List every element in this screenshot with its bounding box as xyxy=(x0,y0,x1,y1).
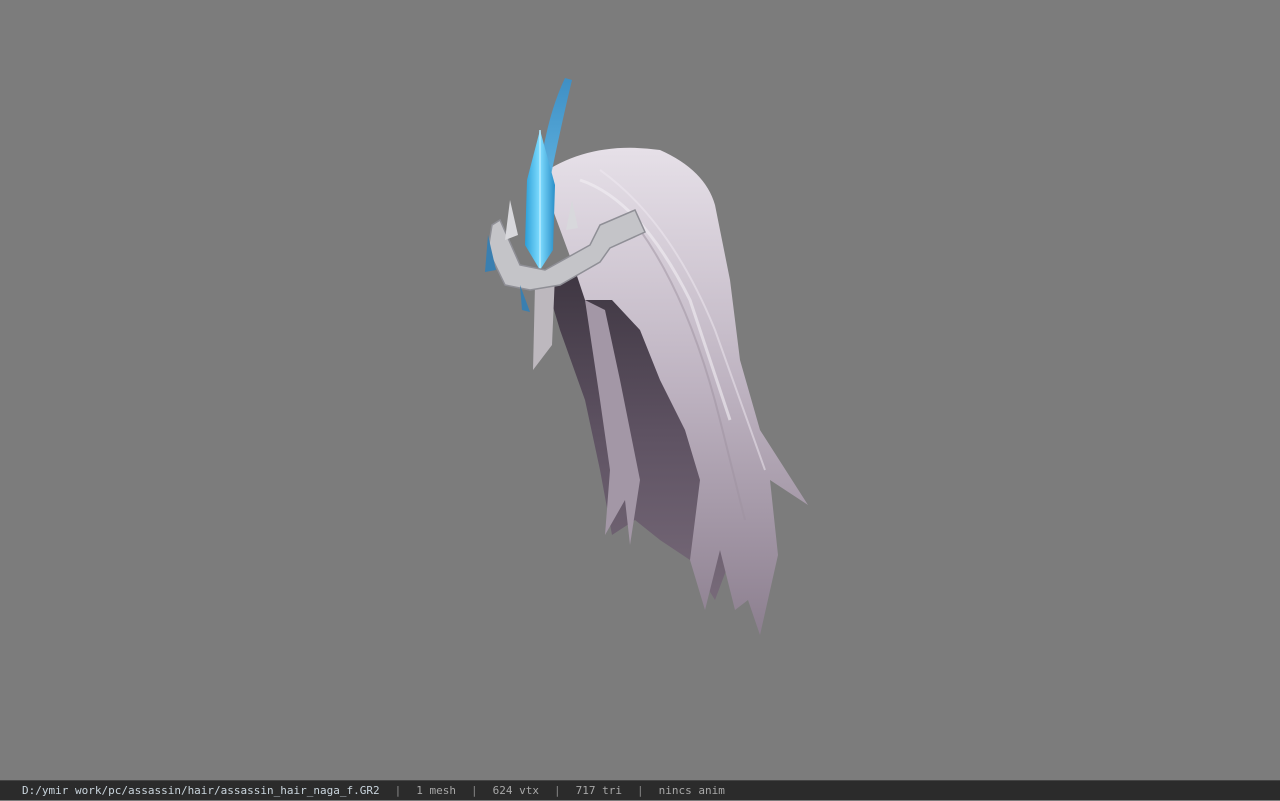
animation-status: nincs anim xyxy=(658,784,725,797)
hair-model xyxy=(485,78,808,635)
triangle-count: 717 tri xyxy=(575,784,622,797)
status-bar: D:/ymir work/pc/assassin/hair/assassin_h… xyxy=(0,780,1280,800)
vertex-count: 624 vtx xyxy=(492,784,539,797)
separator: | xyxy=(553,784,561,797)
separator: | xyxy=(394,784,402,797)
separator: | xyxy=(636,784,644,797)
3d-viewport[interactable] xyxy=(0,0,1280,780)
mesh-count: 1 mesh xyxy=(416,784,456,797)
separator: | xyxy=(471,784,478,797)
file-path: D:/ymir work/pc/assassin/hair/assassin_h… xyxy=(22,784,380,797)
hair-outer xyxy=(540,147,808,635)
